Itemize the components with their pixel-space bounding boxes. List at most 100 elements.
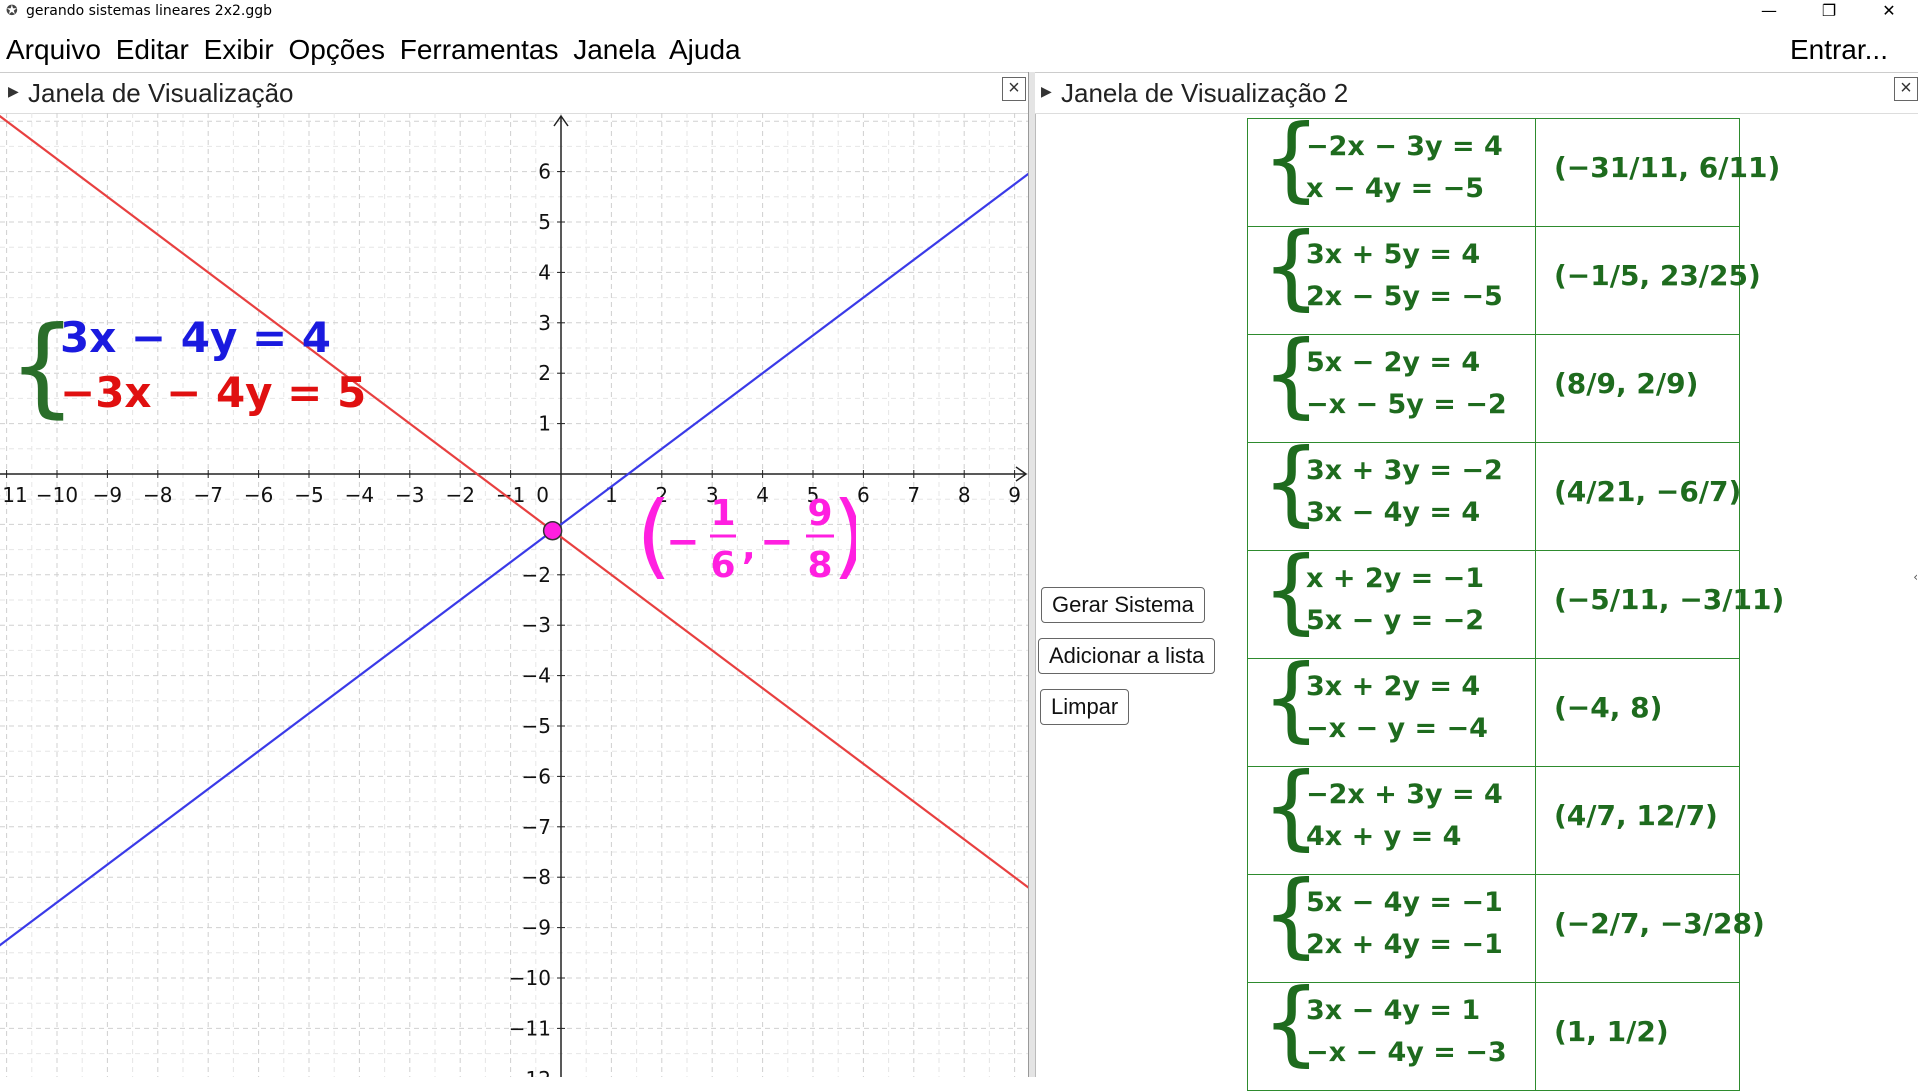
table-equation-1: 3x − 4y = 1 <box>1306 995 1481 1026</box>
coordinate-plane[interactable]: −11−10−9−8−7−6−5−4−3−2−10123456789654321… <box>0 113 1028 1077</box>
y-minus-sign: − <box>760 519 794 565</box>
graphics-view-1[interactable]: −11−10−9−8−7−6−5−4−3−2−10123456789654321… <box>0 113 1028 1077</box>
system-equations: {5x − 4y = −1 2x + 4y = −1 <box>1248 869 1535 982</box>
y-tick-label: −2 <box>522 563 551 587</box>
table-equation-2: 5x − y = −2 <box>1306 605 1485 636</box>
solution-value-container: (8/9, 2/9) <box>1536 335 1739 442</box>
systems-table: {−2x − 3y = 4x − 4y = −5 (−31/11, 6/11){3… <box>1247 113 1784 1091</box>
system-row: {x + 2y = −1 5x − y = −2 (−5/11, −3/11) <box>1247 545 1784 659</box>
minimize-button[interactable]: — <box>1746 0 1792 24</box>
system-cell: {3x + 3y = −2 3x − 4y = 4 <box>1247 437 1536 551</box>
system-cell: {x + 2y = −1 5x − y = −2 <box>1247 545 1536 659</box>
system-row: {−2x + 3y = 4 4x + y = 4 (4/7, 12/7) <box>1247 761 1740 875</box>
x-tick-label: −7 <box>193 483 222 507</box>
solution-value: (−5/11, −3/11) <box>1554 583 1785 616</box>
x-minus-sign: − <box>666 519 700 565</box>
y-tick-label: −11 <box>509 1016 551 1040</box>
menu-ferramentas[interactable]: Ferramentas <box>400 34 559 65</box>
series-line-1 <box>0 172 1028 947</box>
panel-collapse-arrow-icon[interactable]: ‹ <box>1913 570 1918 584</box>
solution-value: (−1/5, 23/25) <box>1554 259 1761 292</box>
system-equations: {3x + 5y = 4 2x − 5y = −5 <box>1248 221 1535 334</box>
table-equation-2: 4x + y = 4 <box>1306 821 1462 852</box>
clear-button[interactable]: Limpar <box>1040 689 1130 725</box>
x-tick-label: 9 <box>1008 483 1021 507</box>
x-denominator: 6 <box>710 545 735 586</box>
solution-close-paren: ) <box>832 482 856 589</box>
solution-label[interactable]: ( − 1 6 , − 9 8 ) <box>636 479 868 613</box>
close-view-2-button[interactable]: × <box>1894 77 1918 101</box>
solution-cell: (1, 1/2) <box>1535 982 1740 1091</box>
y-tick-label: −3 <box>522 613 551 637</box>
lines <box>0 114 1028 947</box>
system-cell: {5x − 2y = 4 −x − 5y = −2 <box>1247 329 1536 443</box>
x-tick-label: −2 <box>445 483 474 507</box>
x-tick-label: −4 <box>345 483 374 507</box>
system-row: {−2x − 3y = 4x − 4y = −5 (−31/11, 6/11) <box>1247 113 1780 227</box>
x-tick-label: −3 <box>395 483 424 507</box>
y-tick-label: 3 <box>538 311 551 335</box>
solution-value-container: (1, 1/2) <box>1536 983 1739 1090</box>
system-cell: {3x + 5y = 4 2x − 5y = −5 <box>1247 221 1536 335</box>
system-equations: {3x + 3y = −2 3x − 4y = 4 <box>1248 437 1535 550</box>
solution-value-container: (−4, 8) <box>1536 659 1739 766</box>
generate-system-button[interactable]: Gerar Sistema <box>1041 587 1205 623</box>
x-tick-label: −11 <box>0 483 28 507</box>
menu-arquivo[interactable]: Arquivo <box>6 34 101 65</box>
solution-comma: , <box>742 527 756 568</box>
expand-toolbar-icon[interactable]: ▶ <box>8 83 19 100</box>
close-window-button[interactable]: ✕ <box>1866 0 1912 24</box>
system-row: {3x − 4y = 1 −x − 4y = −3 (1, 1/2) <box>1247 977 1740 1091</box>
close-view-1-button[interactable]: × <box>1002 77 1026 101</box>
window-title: gerando sistemas lineares 2x2.ggb <box>26 3 273 19</box>
graphics-view-2-header: ▶ Janela de Visualização 2 × <box>1035 72 1918 114</box>
menu-editar[interactable]: Editar <box>116 34 189 65</box>
table-equation-2: 2x − 5y = −5 <box>1306 281 1503 312</box>
y-tick-label: −5 <box>522 714 551 738</box>
x-tick-label: −9 <box>93 483 122 507</box>
add-to-list-button[interactable]: Adicionar a lista <box>1038 638 1216 674</box>
table-equation-1: −2x + 3y = 4 <box>1306 779 1503 810</box>
solution-cell: (−31/11, 6/11) <box>1535 118 1780 227</box>
solution-value: (−31/11, 6/11) <box>1554 151 1781 184</box>
solution-value: (−2/7, −3/28) <box>1554 907 1765 940</box>
grid <box>0 113 1028 1077</box>
menu-bar: Arquivo Editar Exibir Opções Ferramentas… <box>0 30 1918 70</box>
table-equation-1: 3x + 5y = 4 <box>1306 239 1481 270</box>
solution-cell: (4/7, 12/7) <box>1535 766 1740 875</box>
expand-toolbar-2-icon[interactable]: ▶ <box>1041 83 1052 100</box>
system-cell: {3x − 4y = 1 −x − 4y = −3 <box>1247 977 1536 1091</box>
table-equation-2: x − 4y = −5 <box>1306 173 1485 204</box>
window-titlebar: ✪ gerando sistemas lineares 2x2.ggb — ❐ … <box>0 0 1918 24</box>
y-tick-label: −9 <box>522 916 551 940</box>
solution-value: (1, 1/2) <box>1554 1015 1669 1048</box>
app-icon: ✪ <box>6 3 18 19</box>
points <box>542 520 563 541</box>
table-equation-1: 5x − 4y = −1 <box>1306 887 1503 918</box>
table-equation-1: 3x + 3y = −2 <box>1306 455 1503 486</box>
system-row: {3x + 5y = 4 2x − 5y = −5 (−1/5, 23/25) <box>1247 221 1761 335</box>
table-equation-1: −2x − 3y = 4 <box>1306 131 1503 162</box>
menu-exibir[interactable]: Exibir <box>204 34 274 65</box>
table-equation-1: x + 2y = −1 <box>1306 563 1485 594</box>
solution-value-container: (−2/7, −3/28) <box>1536 875 1765 982</box>
system-equations: {5x − 2y = 4 −x − 5y = −2 <box>1248 329 1535 442</box>
x-tick-label: −6 <box>244 483 273 507</box>
y-tick-label: −4 <box>522 664 551 688</box>
system-equations: {3x + 2y = 4 −x − y = −4 <box>1248 653 1535 766</box>
solution-fraction: ( − 1 6 , − 9 8 ) <box>636 482 868 589</box>
system-row: {3x + 2y = 4 −x − y = −4 (−4, 8) <box>1247 653 1740 767</box>
x-tick-label: −1 <box>496 483 525 507</box>
menu-opcoes[interactable]: Opções <box>288 34 385 65</box>
table-equation-2: 3x − 4y = 4 <box>1306 497 1481 528</box>
x-tick-label: 7 <box>907 483 920 507</box>
system-equations: {−2x + 3y = 4 4x + y = 4 <box>1248 761 1535 874</box>
restore-button[interactable]: ❐ <box>1806 0 1852 24</box>
menu-ajuda[interactable]: Ajuda <box>669 34 741 65</box>
equation-2: −3x − 4y = 5 <box>60 368 367 417</box>
y-tick-label: 6 <box>538 160 551 184</box>
intersection-point <box>542 520 563 541</box>
axes <box>0 114 1028 1077</box>
signin-link[interactable]: Entrar... <box>1790 34 1888 66</box>
menu-janela[interactable]: Janela <box>573 34 656 65</box>
